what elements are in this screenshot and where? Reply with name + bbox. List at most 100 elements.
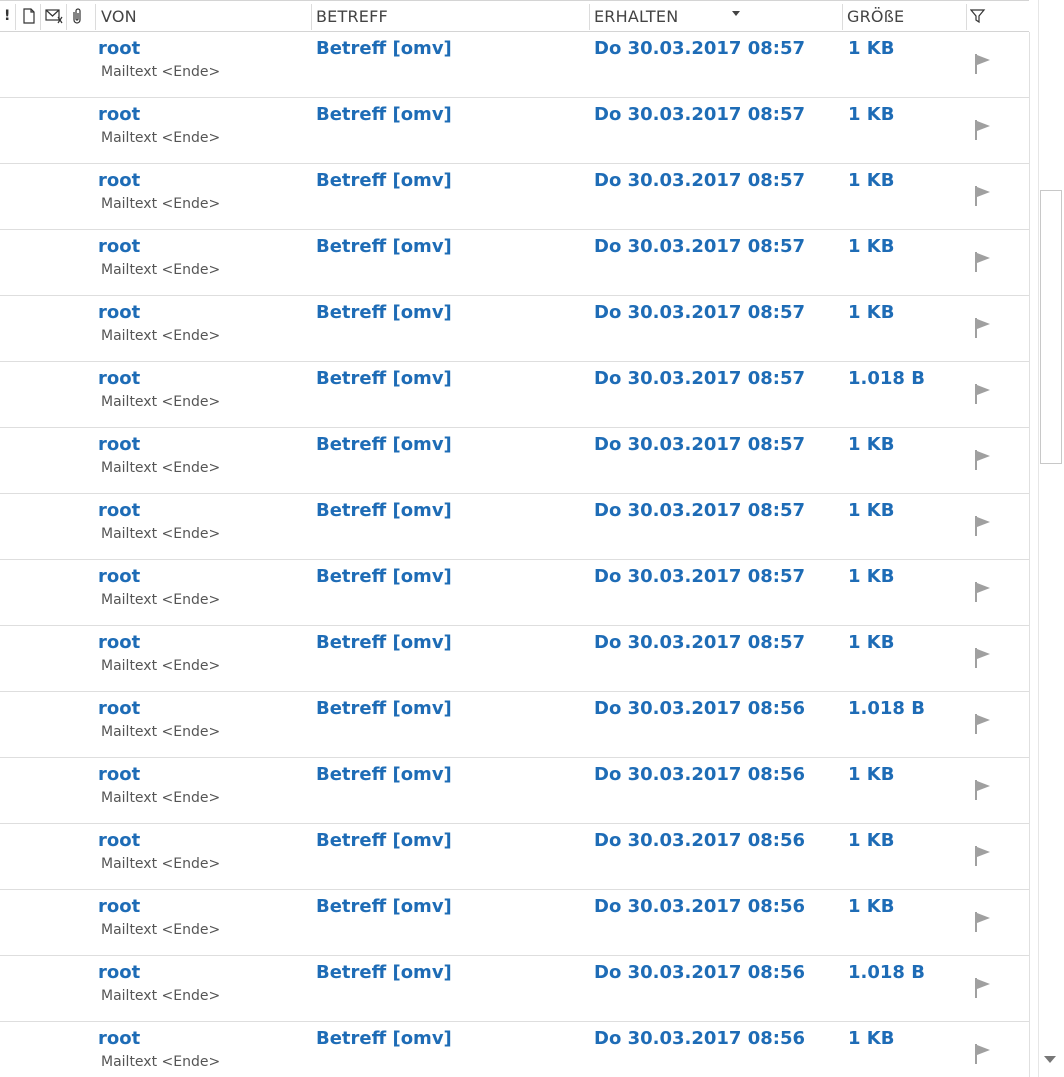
vertical-scrollbar[interactable]	[1038, 0, 1064, 1077]
flag-icon[interactable]	[972, 316, 992, 340]
message-size: 1.018 B	[848, 368, 925, 389]
sender-name: root	[98, 104, 141, 125]
message-row[interactable]: root Mailtext <Ende> Betreff [omv] Do 30.03…	[0, 692, 1029, 758]
message-subject: Betreff [omv]	[316, 38, 452, 59]
message-preview: Mailtext <Ende>	[101, 328, 221, 344]
message-row[interactable]: root Mailtext <Ende> Betreff [omv] Do 30.03…	[0, 428, 1029, 494]
received-date: Do 30.03.2017 08:57	[594, 434, 806, 455]
sort-descending-icon	[732, 11, 740, 16]
message-subject: Betreff [omv]	[316, 896, 452, 917]
message-subject: Betreff [omv]	[316, 500, 452, 521]
document-icon[interactable]	[22, 7, 36, 25]
message-row[interactable]: root Mailtext <Ende> Betreff [omv] Do 30.03…	[0, 230, 1029, 296]
flag-icon[interactable]	[972, 1042, 992, 1066]
column-header-bar: ! VON BETREFF ERHALTEN GRÖßE	[0, 0, 1029, 32]
message-size: 1 KB	[848, 302, 895, 323]
flag-icon[interactable]	[972, 646, 992, 670]
column-separator	[40, 4, 41, 30]
flag-icon[interactable]	[972, 250, 992, 274]
message-row[interactable]: root Mailtext <Ende> Betreff [omv] Do 30.03…	[0, 956, 1029, 1022]
message-preview: Mailtext <Ende>	[101, 394, 221, 410]
message-preview: Mailtext <Ende>	[101, 592, 221, 608]
envelope-reminder-icon[interactable]	[45, 7, 65, 25]
message-row[interactable]: root Mailtext <Ende> Betreff [omv] Do 30.03…	[0, 824, 1029, 890]
flag-icon[interactable]	[972, 976, 992, 1000]
flag-icon[interactable]	[972, 118, 992, 142]
message-row[interactable]: root Mailtext <Ende> Betreff [omv] Do 30.03…	[0, 494, 1029, 560]
flag-icon[interactable]	[972, 382, 992, 406]
message-row[interactable]: root Mailtext <Ende> Betreff [omv] Do 30.03…	[0, 1022, 1029, 1077]
received-date: Do 30.03.2017 08:56	[594, 962, 806, 983]
message-size: 1 KB	[848, 104, 895, 125]
received-date: Do 30.03.2017 08:56	[594, 764, 806, 785]
sender-name: root	[98, 764, 141, 785]
message-row[interactable]: root Mailtext <Ende> Betreff [omv] Do 30.03…	[0, 164, 1029, 230]
message-size: 1 KB	[848, 896, 895, 917]
column-separator	[589, 4, 590, 30]
message-row[interactable]: root Mailtext <Ende> Betreff [omv] Do 30.03…	[0, 626, 1029, 692]
flag-icon[interactable]	[972, 448, 992, 472]
message-size: 1.018 B	[848, 962, 925, 983]
message-subject: Betreff [omv]	[316, 830, 452, 851]
scroll-down-arrow-icon[interactable]	[1044, 1056, 1056, 1063]
column-header-groesse[interactable]: GRÖßE	[847, 8, 904, 26]
message-size: 1 KB	[848, 830, 895, 851]
column-separator	[15, 4, 16, 30]
message-row[interactable]: root Mailtext <Ende> Betreff [omv] Do 30.03…	[0, 98, 1029, 164]
column-separator	[966, 4, 967, 30]
message-size: 1 KB	[848, 632, 895, 653]
received-date: Do 30.03.2017 08:56	[594, 698, 806, 719]
sender-name: root	[98, 1028, 141, 1049]
paperclip-icon[interactable]	[70, 7, 84, 25]
column-header-betreff[interactable]: BETREFF	[316, 8, 388, 26]
received-date: Do 30.03.2017 08:57	[594, 302, 806, 323]
message-subject: Betreff [omv]	[316, 236, 452, 257]
flag-icon[interactable]	[972, 52, 992, 76]
message-size: 1 KB	[848, 236, 895, 257]
received-date: Do 30.03.2017 08:57	[594, 500, 806, 521]
message-preview: Mailtext <Ende>	[101, 1054, 221, 1070]
flag-icon[interactable]	[972, 580, 992, 604]
flag-icon[interactable]	[972, 184, 992, 208]
message-row[interactable]: root Mailtext <Ende> Betreff [omv] Do 30.03…	[0, 296, 1029, 362]
message-size: 1 KB	[848, 434, 895, 455]
received-date: Do 30.03.2017 08:57	[594, 368, 806, 389]
message-row[interactable]: root Mailtext <Ende> Betreff [omv] Do 30.03…	[0, 32, 1029, 98]
column-separator	[311, 4, 312, 30]
message-subject: Betreff [omv]	[316, 104, 452, 125]
flag-filter-icon[interactable]	[970, 7, 986, 25]
flag-icon[interactable]	[972, 514, 992, 538]
message-subject: Betreff [omv]	[316, 632, 452, 653]
message-subject: Betreff [omv]	[316, 698, 452, 719]
received-date: Do 30.03.2017 08:56	[594, 830, 806, 851]
sender-name: root	[98, 962, 141, 983]
message-size: 1 KB	[848, 764, 895, 785]
column-separator	[842, 4, 843, 30]
received-date: Do 30.03.2017 08:57	[594, 566, 806, 587]
flag-icon[interactable]	[972, 844, 992, 868]
message-preview: Mailtext <Ende>	[101, 790, 221, 806]
column-separator	[95, 4, 96, 30]
flag-icon[interactable]	[972, 712, 992, 736]
message-row[interactable]: root Mailtext <Ende> Betreff [omv] Do 30.03…	[0, 890, 1029, 956]
message-preview: Mailtext <Ende>	[101, 988, 221, 1004]
message-row[interactable]: root Mailtext <Ende> Betreff [omv] Do 30.03…	[0, 758, 1029, 824]
message-row[interactable]: root Mailtext <Ende> Betreff [omv] Do 30.03…	[0, 560, 1029, 626]
flag-icon[interactable]	[972, 910, 992, 934]
column-separator	[66, 4, 67, 30]
message-preview: Mailtext <Ende>	[101, 526, 221, 542]
sender-name: root	[98, 830, 141, 851]
exclamation-icon[interactable]: !	[4, 7, 10, 25]
scrollbar-thumb[interactable]	[1040, 190, 1062, 464]
message-subject: Betreff [omv]	[316, 1028, 452, 1049]
message-subject: Betreff [omv]	[316, 764, 452, 785]
sender-name: root	[98, 698, 141, 719]
received-date: Do 30.03.2017 08:57	[594, 236, 806, 257]
sender-name: root	[98, 632, 141, 653]
column-header-von[interactable]: VON	[101, 8, 137, 26]
column-header-erhalten[interactable]: ERHALTEN	[594, 8, 678, 26]
message-size: 1 KB	[848, 170, 895, 191]
received-date: Do 30.03.2017 08:57	[594, 170, 806, 191]
flag-icon[interactable]	[972, 778, 992, 802]
message-row[interactable]: root Mailtext <Ende> Betreff [omv] Do 30.03…	[0, 362, 1029, 428]
